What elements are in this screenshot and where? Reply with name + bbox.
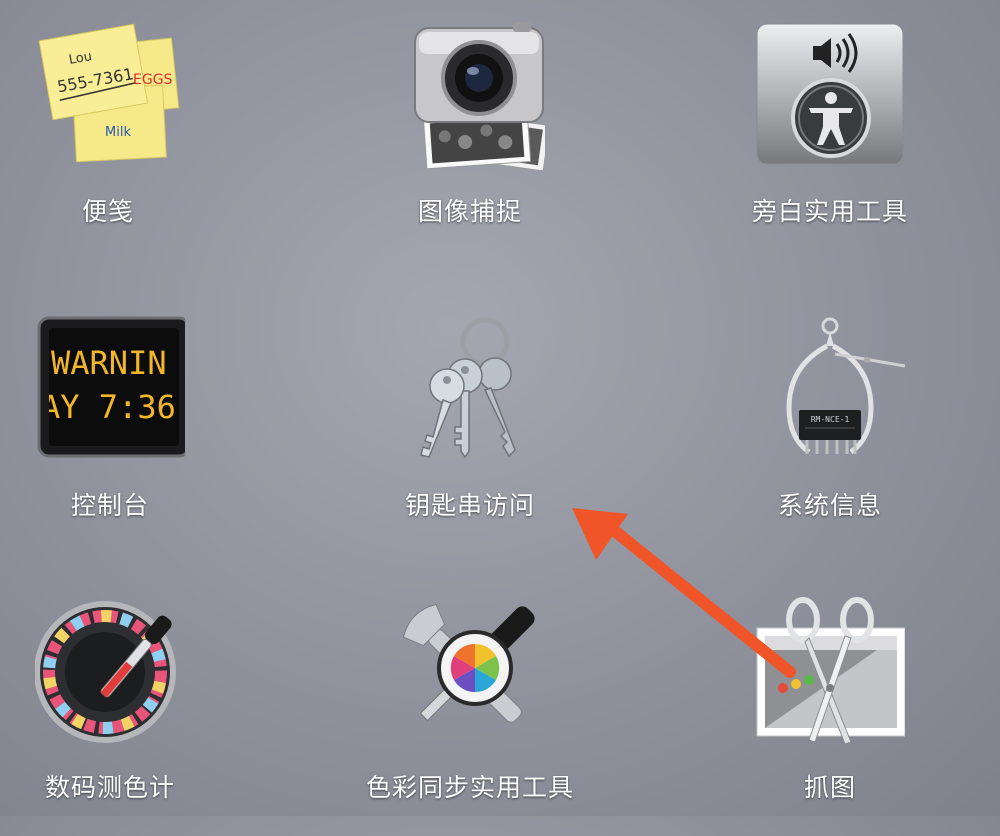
keys-icon: [395, 314, 545, 464]
app-grab[interactable]: 抓图: [715, 576, 945, 836]
app-voiceover-utility[interactable]: 旁白实用工具: [715, 0, 945, 260]
app-label: 色彩同步实用工具: [365, 773, 574, 802]
chip-label: RM-NCE-1: [811, 415, 850, 424]
app-keychain-access[interactable]: 钥匙串访问: [355, 294, 585, 554]
app-stickies[interactable]: Lou 555-7361 EGGS Milk 便笺: [0, 0, 223, 260]
note-milk: Milk: [105, 125, 131, 140]
stickies-icon: Lou 555-7361 EGGS Milk: [33, 20, 183, 170]
console-line-2: AY 7:36: [41, 388, 176, 426]
caliper-chip-icon: RM-NCE-1: [755, 314, 905, 464]
tools-colorwheel-icon: [395, 596, 545, 746]
app-label: 便笺: [81, 197, 134, 226]
colorimeter-icon: [35, 596, 185, 746]
camera-icon: [395, 20, 545, 170]
app-label: 图像捕捉: [417, 197, 522, 226]
app-image-capture[interactable]: 图像捕捉: [355, 0, 585, 260]
app-label: 系统信息: [777, 491, 882, 520]
app-digital-color-meter[interactable]: 数码测色计: [0, 576, 225, 836]
app-label: 数码测色计: [44, 773, 175, 802]
app-console[interactable]: WARNIN AY 7:36 控制台: [0, 294, 225, 554]
console-icon: WARNIN AY 7:36: [35, 314, 185, 464]
app-label: 控制台: [70, 491, 149, 520]
app-colorsync-utility[interactable]: 色彩同步实用工具: [355, 576, 585, 836]
app-label: 抓图: [803, 773, 856, 802]
note-eggs: EGGS: [133, 72, 173, 88]
accessibility-icon: [755, 20, 905, 170]
scissors-icon: [755, 596, 905, 746]
console-line-1: WARNIN: [51, 344, 167, 382]
app-label: 旁白实用工具: [751, 197, 908, 226]
app-system-information[interactable]: RM-NCE-1 系统信息: [715, 294, 945, 554]
app-label: 钥匙串访问: [404, 491, 535, 520]
